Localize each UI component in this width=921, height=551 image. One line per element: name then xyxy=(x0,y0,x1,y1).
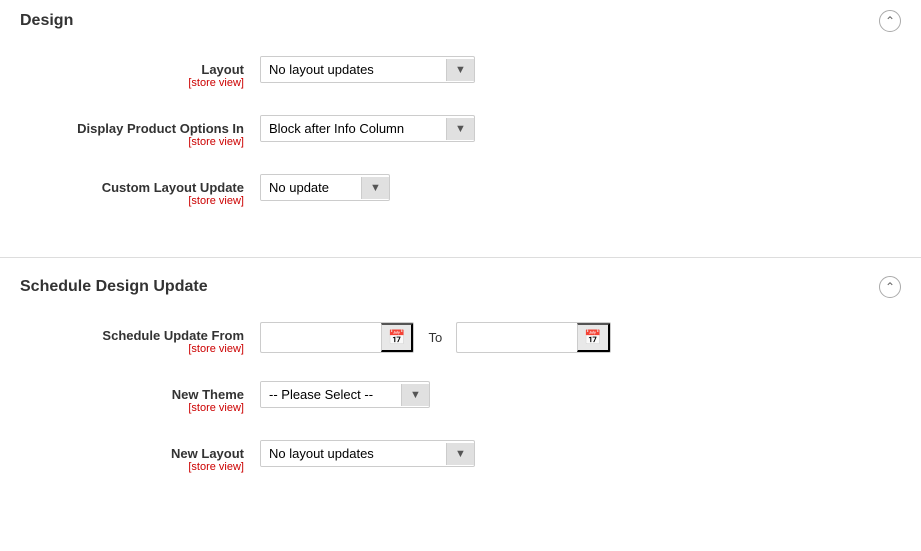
new-theme-select[interactable]: -- Please Select -- xyxy=(261,382,401,407)
schedule-update-from-sub-label: [store view] xyxy=(20,343,244,355)
layout-select[interactable]: No layout updates 1 column 2 columns wit… xyxy=(261,57,446,82)
display-product-options-label-col: Display Product Options In [store view] xyxy=(20,115,260,148)
display-product-options-select-wrapper: Block after Info Column Product Info Col… xyxy=(260,115,475,142)
design-section-content: Layout [store view] No layout updates 1 … xyxy=(0,42,921,249)
design-section-title: Design xyxy=(20,12,73,30)
new-theme-label-col: New Theme [store view] xyxy=(20,381,260,414)
new-layout-input-col: No layout updates 1 column 2 columns wit… xyxy=(260,440,475,467)
schedule-update-from-label-col: Schedule Update From [store view] xyxy=(20,322,260,355)
display-product-options-select[interactable]: Block after Info Column Product Info Col… xyxy=(261,116,446,141)
schedule-collapse-button[interactable]: ⌃ xyxy=(879,276,901,298)
schedule-update-from-label: Schedule Update From xyxy=(20,328,244,343)
design-collapse-icon: ⌃ xyxy=(885,14,895,28)
new-theme-input-col: -- Please Select -- ▼ xyxy=(260,381,430,408)
section-divider xyxy=(0,257,921,258)
new-layout-row: New Layout [store view] No layout update… xyxy=(20,436,901,477)
display-product-options-row: Display Product Options In [store view] … xyxy=(20,111,901,152)
new-layout-select-wrapper: No layout updates 1 column 2 columns wit… xyxy=(260,440,475,467)
date-from-calendar-icon: 📅 xyxy=(388,329,405,346)
custom-layout-sub-label: [store view] xyxy=(20,195,244,207)
design-collapse-button[interactable]: ⌃ xyxy=(879,10,901,32)
date-from-input[interactable] xyxy=(261,325,381,350)
new-theme-label: New Theme xyxy=(20,387,244,402)
display-product-options-sub-label: [store view] xyxy=(20,136,244,148)
custom-layout-arrow: ▼ xyxy=(361,177,389,199)
design-section-header: Design ⌃ xyxy=(0,0,921,42)
schedule-section-content: Schedule Update From [store view] 📅 To 📅 xyxy=(0,308,921,515)
schedule-section-header: Schedule Design Update ⌃ xyxy=(0,266,921,308)
layout-select-arrow: ▼ xyxy=(446,59,474,81)
custom-layout-label: Custom Layout Update xyxy=(20,180,244,195)
date-to-wrapper: 📅 xyxy=(456,322,610,353)
design-section: Design ⌃ Layout [store view] No layout u… xyxy=(0,0,921,249)
layout-sub-label: [store view] xyxy=(20,77,244,89)
date-from-wrapper: 📅 xyxy=(260,322,414,353)
layout-select-wrapper: No layout updates 1 column 2 columns wit… xyxy=(260,56,475,83)
layout-input-col: No layout updates 1 column 2 columns wit… xyxy=(260,56,475,83)
schedule-section: Schedule Design Update ⌃ Schedule Update… xyxy=(0,266,921,515)
layout-row: Layout [store view] No layout updates 1 … xyxy=(20,52,901,93)
new-theme-select-wrapper: -- Please Select -- ▼ xyxy=(260,381,430,408)
custom-layout-label-col: Custom Layout Update [store view] xyxy=(20,174,260,207)
date-to-calendar-icon: 📅 xyxy=(584,329,601,346)
date-to-calendar-button[interactable]: 📅 xyxy=(577,323,609,352)
display-product-options-input-col: Block after Info Column Product Info Col… xyxy=(260,115,475,142)
layout-label: Layout xyxy=(20,62,244,77)
custom-layout-input-col: No update ▼ xyxy=(260,174,390,201)
new-layout-select[interactable]: No layout updates 1 column 2 columns wit… xyxy=(261,441,446,466)
to-label: To xyxy=(422,330,448,345)
schedule-update-from-row: Schedule Update From [store view] 📅 To 📅 xyxy=(20,318,901,359)
custom-layout-select-wrapper: No update ▼ xyxy=(260,174,390,201)
date-to-input[interactable] xyxy=(457,325,577,350)
schedule-update-from-input-col: 📅 To 📅 xyxy=(260,322,611,353)
new-layout-sub-label: [store view] xyxy=(20,461,244,473)
new-theme-row: New Theme [store view] -- Please Select … xyxy=(20,377,901,418)
new-layout-label-col: New Layout [store view] xyxy=(20,440,260,473)
display-product-options-arrow: ▼ xyxy=(446,118,474,140)
schedule-collapse-icon: ⌃ xyxy=(885,280,895,294)
new-theme-sub-label: [store view] xyxy=(20,402,244,414)
new-layout-arrow: ▼ xyxy=(446,443,474,465)
date-from-calendar-button[interactable]: 📅 xyxy=(381,323,413,352)
layout-label-col: Layout [store view] xyxy=(20,56,260,89)
custom-layout-select[interactable]: No update xyxy=(261,175,361,200)
new-theme-arrow: ▼ xyxy=(401,384,429,406)
new-layout-label: New Layout xyxy=(20,446,244,461)
custom-layout-row: Custom Layout Update [store view] No upd… xyxy=(20,170,901,211)
display-product-options-label: Display Product Options In xyxy=(20,121,244,136)
schedule-section-title: Schedule Design Update xyxy=(20,278,208,296)
